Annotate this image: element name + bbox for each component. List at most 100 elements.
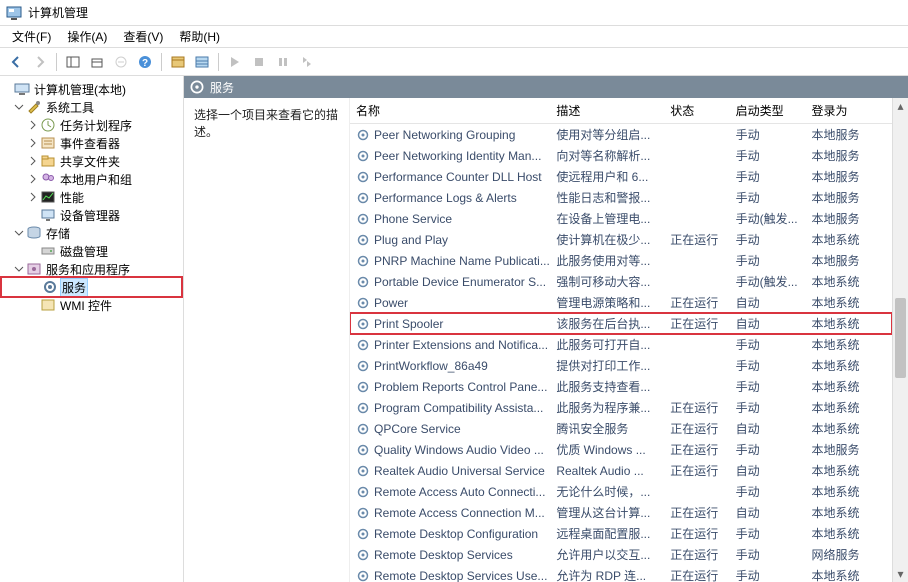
service-row[interactable]: Plug and Play使计算机在极少...正在运行手动本地系统 (350, 229, 892, 250)
service-start: 手动 (730, 376, 806, 397)
service-name: Remote Desktop Configuration (374, 527, 538, 541)
service-logon: 本地服务 (806, 145, 892, 166)
service-logon: 本地系统 (806, 313, 892, 334)
performance-icon (40, 189, 56, 205)
menu-help[interactable]: 帮助(H) (171, 26, 228, 47)
twisty-icon[interactable] (0, 82, 14, 96)
tree-device-manager[interactable]: 设备管理器 (58, 207, 122, 224)
menu-action[interactable]: 操作(A) (59, 26, 115, 47)
export-button[interactable] (109, 51, 133, 73)
services-list[interactable]: 名称 描述 状态 启动类型 登录为 Peer Networking Groupi… (350, 98, 892, 582)
service-desc: 该服务在后台执... (550, 313, 664, 334)
menu-view[interactable]: 查看(V) (115, 26, 171, 47)
details-view-button[interactable] (166, 51, 190, 73)
tree-local-users[interactable]: 本地用户和组 (58, 171, 134, 188)
back-button[interactable] (4, 51, 28, 73)
event-viewer-icon (40, 135, 56, 151)
service-start: 手动 (730, 124, 806, 146)
tree-performance[interactable]: 性能 (58, 189, 86, 206)
service-status (664, 481, 729, 502)
expand-icon[interactable] (12, 100, 26, 114)
service-desc: 在设备上管理电... (550, 208, 664, 229)
vertical-scrollbar[interactable]: ▴ ▾ (892, 98, 908, 582)
tree-services[interactable]: 服务 (60, 278, 88, 297)
service-row[interactable]: Remote Desktop Services允许用户以交互...正在运行手动网… (350, 544, 892, 565)
window-title: 计算机管理 (28, 4, 88, 21)
service-row[interactable]: PrintWorkflow_86a49提供对打印工作...手动本地系统 (350, 355, 892, 376)
tree-services-apps[interactable]: 服务和应用程序 (44, 261, 132, 278)
properties-button[interactable] (85, 51, 109, 73)
expand-icon[interactable] (12, 262, 26, 276)
expand-icon[interactable] (12, 226, 26, 240)
forward-button[interactable] (28, 51, 52, 73)
service-logon: 网络服务 (806, 544, 892, 565)
expand-icon[interactable] (26, 154, 40, 168)
help-button[interactable]: ? (133, 51, 157, 73)
expand-icon[interactable] (26, 190, 40, 204)
tree-disk-management[interactable]: 磁盘管理 (58, 243, 110, 260)
tree-system-tools[interactable]: 系统工具 (44, 99, 96, 116)
tree-wmi[interactable]: WMI 控件 (58, 297, 114, 314)
description-pane: 选择一个项目来查看它的描述。 (184, 98, 350, 582)
navigation-tree[interactable]: 计算机管理(本地) 系统工具 任务计划程序 事件查看器 共享文件夹 (0, 76, 184, 582)
service-status (664, 334, 729, 355)
column-headers[interactable]: 名称 描述 状态 启动类型 登录为 (350, 98, 892, 124)
show-hide-tree-button[interactable] (61, 51, 85, 73)
service-row[interactable]: Power管理电源策略和...正在运行自动本地系统 (350, 292, 892, 313)
col-name[interactable]: 名称 (350, 98, 550, 124)
service-row[interactable]: Remote Access Auto Connecti...无论什么时候，...… (350, 481, 892, 502)
col-start-type[interactable]: 启动类型 (730, 98, 806, 124)
service-row[interactable]: Print Spooler该服务在后台执...正在运行自动本地系统 (350, 313, 892, 334)
service-row[interactable]: QPCore Service腾讯安全服务正在运行自动本地系统 (350, 418, 892, 439)
service-row[interactable]: Quality Windows Audio Video ...优质 Window… (350, 439, 892, 460)
scroll-up-icon[interactable]: ▴ (893, 98, 908, 114)
list-view-button[interactable] (190, 51, 214, 73)
expand-icon[interactable] (26, 136, 40, 150)
scroll-down-icon[interactable]: ▾ (893, 566, 908, 582)
gear-icon (356, 548, 370, 562)
service-row[interactable]: Phone Service在设备上管理电...手动(触发...本地服务 (350, 208, 892, 229)
detail-pane: 服务 选择一个项目来查看它的描述。 名称 描述 状态 启动类型 (184, 76, 908, 582)
service-row[interactable]: PNRP Machine Name Publicati...此服务使用对等...… (350, 250, 892, 271)
tree-event-viewer[interactable]: 事件查看器 (58, 135, 122, 152)
service-row[interactable]: Remote Desktop Services Use...允许为 RDP 连.… (350, 565, 892, 582)
gear-icon (356, 443, 370, 457)
service-name: Print Spooler (374, 317, 443, 331)
menu-file[interactable]: 文件(F) (4, 26, 59, 47)
service-row[interactable]: Remote Access Connection M...管理从这台计算...正… (350, 502, 892, 523)
stop-service-button[interactable] (247, 51, 271, 73)
service-row[interactable]: Remote Desktop Configuration远程桌面配置服...正在… (350, 523, 892, 544)
restart-service-button[interactable] (295, 51, 319, 73)
scroll-thumb[interactable] (895, 298, 906, 378)
expand-icon[interactable] (26, 118, 40, 132)
tree-root[interactable]: 计算机管理(本地) (32, 81, 128, 98)
service-logon: 本地服务 (806, 250, 892, 271)
service-row[interactable]: Peer Networking Identity Man...向对等名称解析..… (350, 145, 892, 166)
service-start: 自动 (730, 292, 806, 313)
tree-storage[interactable]: 存储 (44, 225, 72, 242)
tree-task-scheduler[interactable]: 任务计划程序 (58, 117, 134, 134)
service-row[interactable]: Program Compatibility Assista...此服务为程序兼.… (350, 397, 892, 418)
service-logon: 本地系统 (806, 460, 892, 481)
service-row[interactable]: Portable Device Enumerator S...强制可移动大容..… (350, 271, 892, 292)
gear-icon (356, 506, 370, 520)
service-row[interactable]: Performance Counter DLL Host使远程用户和 6...手… (350, 166, 892, 187)
service-row[interactable]: Problem Reports Control Pane...此服务支持查看..… (350, 376, 892, 397)
start-service-button[interactable] (223, 51, 247, 73)
expand-icon[interactable] (26, 172, 40, 186)
service-row[interactable]: Performance Logs & Alerts性能日志和警报...手动本地服… (350, 187, 892, 208)
service-row[interactable]: Peer Networking Grouping使用对等分组启...手动本地服务 (350, 124, 892, 146)
tree-shared-folders[interactable]: 共享文件夹 (58, 153, 122, 170)
pause-service-button[interactable] (271, 51, 295, 73)
service-logon: 本地服务 (806, 166, 892, 187)
col-desc[interactable]: 描述 (550, 98, 664, 124)
service-logon: 本地系统 (806, 523, 892, 544)
col-status[interactable]: 状态 (664, 98, 729, 124)
service-logon: 本地服务 (806, 124, 892, 146)
service-status: 正在运行 (664, 313, 729, 334)
col-logon-as[interactable]: 登录为 (806, 98, 892, 124)
service-row[interactable]: Realtek Audio Universal ServiceRealtek A… (350, 460, 892, 481)
device-manager-icon (40, 207, 56, 223)
service-row[interactable]: Printer Extensions and Notifica...此服务可打开… (350, 334, 892, 355)
gear-icon (356, 233, 370, 247)
